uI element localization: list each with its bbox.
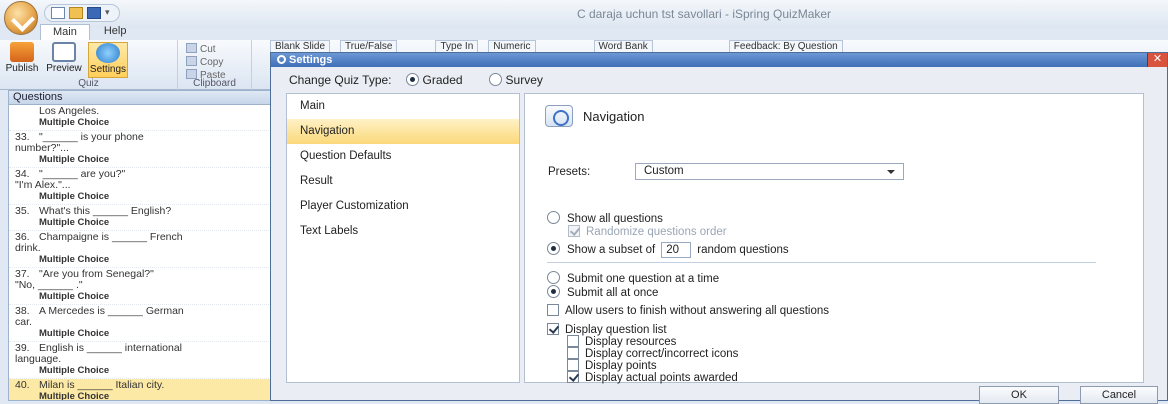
- window-title: C daraja uchun tst savollari - iSpring Q…: [576, 7, 832, 21]
- question-list-item[interactable]: 35. What's this ______ English? Multiple C…: [9, 205, 271, 231]
- question-text: A Mercedes is ______ German car.: [15, 305, 184, 328]
- question-list-item[interactable]: 36. Champaigne is ______ French drink. Mul…: [9, 231, 271, 268]
- question-type: Multiple Choice: [39, 391, 110, 401]
- question-list-item[interactable]: 34. "______ are you?" "I'm Alex."... Multi…: [9, 168, 271, 205]
- copy-button[interactable]: Copy: [186, 56, 226, 69]
- question-text: Milan is ______ Italian city.: [39, 379, 165, 391]
- show-subset-radio[interactable]: Show a subset of 20 random questions: [547, 242, 789, 258]
- settings-dialog: Settings ✕ Change Quiz Type: Graded Surv…: [270, 52, 1168, 404]
- radio-selected-icon: [405, 73, 419, 86]
- radio-empty-icon: [488, 73, 502, 86]
- nav-item-navigation[interactable]: Navigation: [287, 119, 519, 144]
- settings-gear-icon: [277, 55, 286, 64]
- nav-item-question-defaults[interactable]: Question Defaults: [287, 144, 519, 169]
- radio-selected-icon: [547, 242, 560, 255]
- publish-button[interactable]: Publish: [2, 42, 42, 78]
- navigation-settings-panel: Navigation Presets: Custom Show all ques…: [524, 93, 1144, 384]
- question-text: Los Angeles.: [39, 105, 100, 117]
- submit-all-radio[interactable]: Submit all at once: [547, 285, 658, 299]
- compass-icon: [545, 105, 573, 127]
- checkbox-empty-icon: [567, 359, 579, 371]
- presets-value: Custom: [644, 165, 684, 177]
- ribbon-group-clipboard: Cut Copy Paste Clipboard: [178, 40, 252, 90]
- presets-label: Presets:: [548, 166, 591, 178]
- change-quiz-type-label: Change Quiz Type:: [289, 73, 392, 87]
- questions-panel-header: Questions: [9, 91, 271, 105]
- question-number: 40.: [15, 379, 30, 391]
- question-list-item[interactable]: 38. A Mercedes is ______ German car. Multi…: [9, 305, 271, 342]
- checkbox-empty-icon: [567, 335, 579, 347]
- checkbox-checked-icon: [568, 225, 580, 237]
- nav-item-player-customization[interactable]: Player Customization: [287, 194, 519, 219]
- checkbox-checked-icon: [547, 323, 559, 335]
- chevron-down-icon: [887, 170, 895, 174]
- nav-item-result[interactable]: Result: [287, 169, 519, 194]
- group-label-quiz: Quiz: [78, 78, 99, 89]
- question-type: Multiple Choice: [39, 328, 110, 339]
- section-title: Navigation: [583, 108, 645, 124]
- question-type: Multiple Choice: [39, 154, 110, 165]
- dialog-title: Settings: [289, 54, 333, 66]
- preview-icon: [52, 42, 76, 62]
- question-number: 35.: [15, 205, 30, 217]
- question-list-item[interactable]: Los Angeles. Multiple Choice: [9, 105, 271, 131]
- cut-button[interactable]: Cut: [186, 43, 226, 56]
- quiz-type-row: Change Quiz Type: Graded Survey: [271, 67, 1167, 93]
- settings-gear-icon: [96, 43, 120, 63]
- settings-button[interactable]: Settings: [88, 42, 128, 78]
- section-header: Navigation: [545, 105, 644, 127]
- question-text: English is ______ international language…: [15, 342, 183, 365]
- publish-icon: [10, 42, 34, 62]
- dialog-title-bar: Settings: [271, 53, 1167, 67]
- nav-item-text-labels[interactable]: Text Labels: [287, 219, 519, 244]
- display-awarded-checkbox[interactable]: Display actual points awarded: [567, 371, 738, 384]
- checkbox-empty-icon: [567, 347, 579, 359]
- checkbox-checked-icon: [567, 371, 579, 383]
- question-list-item[interactable]: 33. "______ is your phone number?"... Mult…: [9, 131, 271, 168]
- question-list-item[interactable]: 39. English is ______ international langu…: [9, 342, 271, 379]
- preview-button[interactable]: Preview: [44, 42, 84, 78]
- question-text: What's this ______ English?: [39, 205, 172, 217]
- close-button[interactable]: ✕: [1147, 53, 1167, 67]
- survey-radio[interactable]: Survey: [488, 73, 543, 87]
- question-type: Multiple Choice: [39, 365, 110, 376]
- graded-radio[interactable]: Graded: [405, 73, 463, 87]
- subset-count-input[interactable]: 20: [661, 242, 692, 258]
- settings-nav-list: Main Navigation Question Defaults Result…: [286, 93, 520, 383]
- group-label-clipboard: Clipboard: [193, 78, 236, 89]
- nav-item-main[interactable]: Main: [287, 94, 519, 119]
- ribbon-tabs: Main Help: [40, 24, 138, 40]
- question-type: Multiple Choice: [39, 291, 110, 302]
- question-type: Multiple Choice: [39, 217, 110, 228]
- divider: [547, 262, 1096, 263]
- radio-selected-icon: [547, 285, 560, 298]
- question-list-item[interactable]: 40. Milan is ______ Italian city. Multiple…: [9, 379, 271, 401]
- question-list-item[interactable]: 37. "Are you from Senegal?" "No, ______ .…: [9, 268, 271, 305]
- submit-one-radio[interactable]: Submit one question at a time: [547, 271, 719, 285]
- checkbox-empty-icon: [547, 304, 559, 316]
- questions-panel: Questions Los Angeles. Multiple Choice 33.…: [8, 90, 272, 401]
- show-all-questions-radio[interactable]: Show all questions: [547, 211, 663, 225]
- question-type: Multiple Choice: [39, 191, 110, 202]
- radio-empty-icon: [547, 271, 560, 284]
- questions-list: Los Angeles. Multiple Choice 33. "______ is…: [9, 105, 271, 401]
- radio-empty-icon: [547, 211, 560, 224]
- app-menu-button[interactable]: [4, 1, 38, 35]
- ok-button[interactable]: OK: [979, 386, 1059, 404]
- tab-main[interactable]: Main: [40, 24, 90, 40]
- title-bar: ▾ C daraja uchun tst savollari - iSpring…: [0, 0, 1168, 35]
- randomize-order-checkbox: Randomize questions order: [568, 225, 727, 238]
- ribbon-group-quiz: Publish Preview Settings Quiz: [0, 40, 178, 90]
- question-type: Multiple Choice: [39, 117, 110, 128]
- question-type: Multiple Choice: [39, 254, 110, 265]
- cancel-button[interactable]: Cancel: [1080, 386, 1158, 404]
- question-text: Champaigne is ______ French drink.: [15, 231, 183, 254]
- tab-help[interactable]: Help: [92, 24, 139, 40]
- presets-dropdown[interactable]: Custom: [635, 163, 904, 180]
- allow-finish-checkbox[interactable]: Allow users to finish without answering …: [547, 304, 829, 317]
